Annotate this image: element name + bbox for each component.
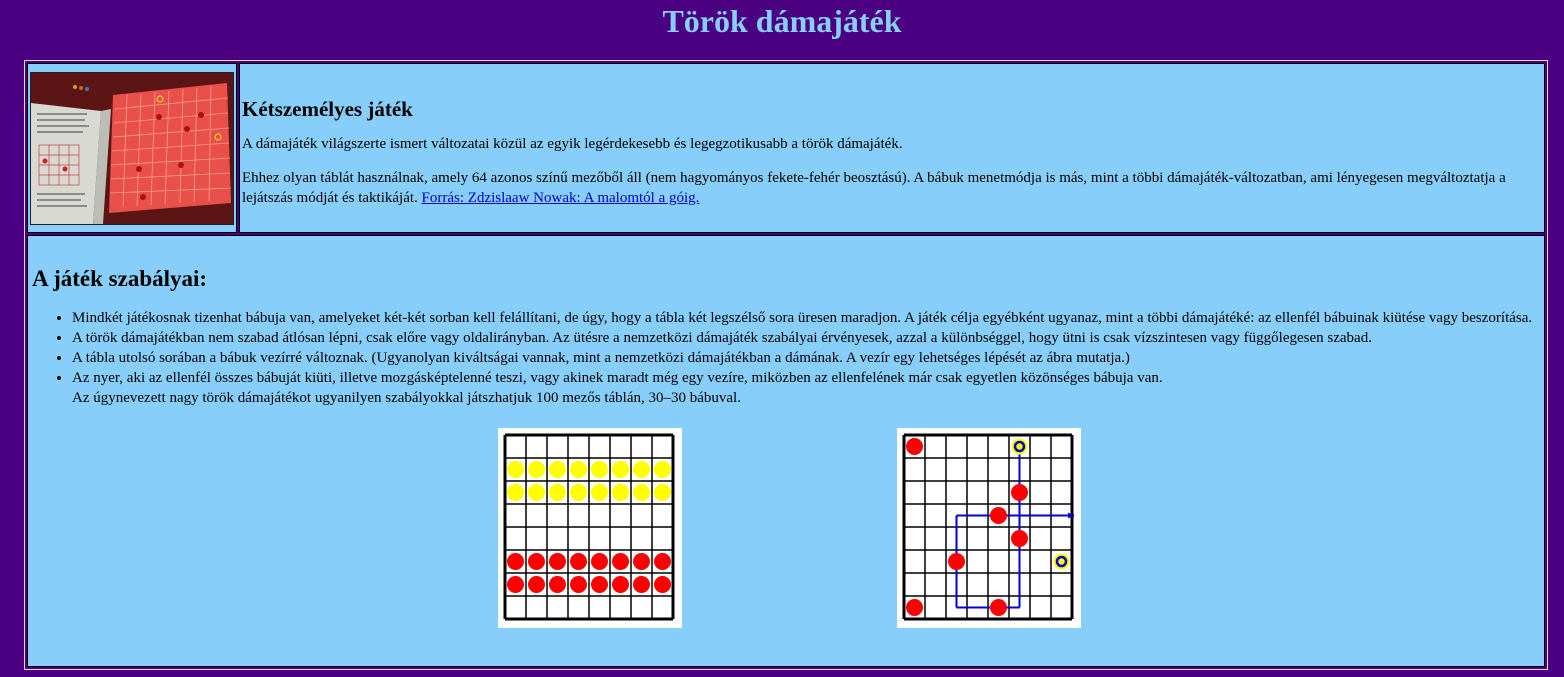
red-piece [654,576,671,593]
diagrams [32,428,1540,638]
yellow-piece [591,484,608,501]
page-title: Török dámajáték [662,3,902,39]
red-piece [570,553,587,570]
yellow-piece [633,461,650,478]
red-piece [948,553,965,570]
red-piece [570,576,587,593]
board-photo [30,71,234,225]
rules-heading: A játék szabályai: [32,266,208,291]
red-piece [528,553,545,570]
red-piece [591,576,608,593]
yellow-piece [507,484,524,501]
intro-paragraph-2: Ehhez olyan táblát használnak, amely 64 … [242,168,1542,208]
red-piece [549,576,566,593]
starting-position-diagram [498,428,682,628]
yellow-piece [570,484,587,501]
yellow-piece [549,484,566,501]
yellow-piece [612,461,629,478]
red-piece [990,507,1007,524]
red-piece [612,553,629,570]
rule-item: Az nyer, aki az ellenfél összes bábuját … [72,368,1540,408]
intro-cell: Kétszemélyes játék A dámajáték világszer… [239,63,1545,233]
yellow-piece [591,461,608,478]
red-piece [633,553,650,570]
intro-heading: Kétszemélyes játék [242,96,413,121]
yellow-piece [507,461,524,478]
yellow-piece [570,461,587,478]
rule-item-text: Az nyer, aki az ellenfél összes bábuját … [72,370,1163,386]
red-piece [507,576,524,593]
red-piece [507,553,524,570]
yellow-piece [654,484,671,501]
rule-item: Mindkét játékosnak tizenhat bábuja van, … [72,308,1540,328]
content-table: Kétszemélyes játék A dámajáték világszer… [24,60,1548,670]
red-piece [1011,530,1028,547]
red-piece [591,553,608,570]
red-piece [906,438,923,455]
yellow-piece [633,484,650,501]
rule-item: A török dámajátékban nem szabad átlósan … [72,328,1540,348]
rule-item: A tábla utolsó sorában a bábuk vezírré v… [72,348,1540,368]
yellow-piece [528,484,545,501]
red-piece [549,553,566,570]
yellow-piece [549,461,566,478]
intro-paragraph-1: A dámajáték világszerte ismert változata… [242,135,903,152]
red-piece [654,553,671,570]
yellow-piece [528,461,545,478]
source-link[interactable]: Forrás: Zdzislaaw Nowak: A malomtól a gó… [422,190,700,206]
red-piece [990,599,1007,616]
red-piece [528,576,545,593]
queen-move-diagram [897,428,1081,628]
yellow-piece [612,484,629,501]
rules-list: Mindkét játékosnak tizenhat bábuja van, … [32,308,1540,408]
red-piece [633,576,650,593]
rules-cell: A játék szabályai: Mindkét játékosnak ti… [27,235,1545,667]
yellow-piece [654,461,671,478]
red-piece [612,576,629,593]
red-piece [1011,484,1028,501]
photo-cell [27,63,237,233]
red-piece [906,599,923,616]
rule-extra-line: Az úgynevezett nagy török dámajátékot ug… [72,390,741,406]
